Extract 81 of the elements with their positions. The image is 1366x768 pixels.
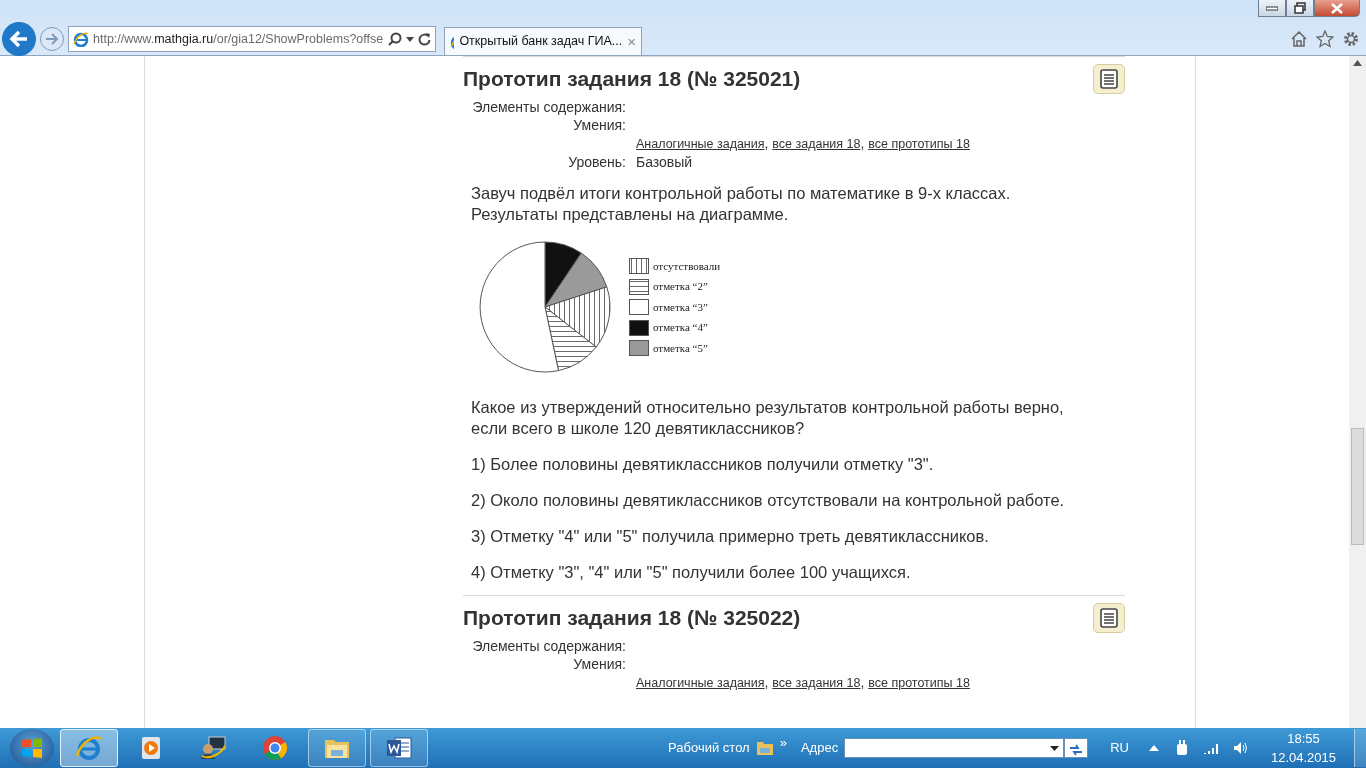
- legend-swatch: [629, 258, 649, 274]
- clock-time[interactable]: 18:55: [1287, 728, 1320, 748]
- windows-logo-icon: [21, 737, 43, 759]
- document-icon: [1100, 608, 1118, 628]
- forward-arrow-icon: [45, 33, 59, 45]
- link[interactable]: Аналогичные задания: [636, 676, 765, 690]
- minimize-icon: [1266, 5, 1278, 11]
- speaker-icon[interactable]: [1232, 741, 1249, 755]
- search-icon[interactable]: [388, 32, 402, 46]
- star-icon[interactable]: [1316, 30, 1334, 48]
- field-label: Уровень:: [567, 153, 626, 171]
- restore-button[interactable]: [1286, 0, 1314, 17]
- problem-text: Завуч подвёл итоги контрольной работы по математике в 9-х классах. Результаты представлены на диаграмме.: [471, 183, 1012, 225]
- link-separator: ,: [860, 674, 865, 690]
- back-button[interactable]: [2, 22, 36, 56]
- start-button[interactable]: [10, 729, 54, 767]
- answer-option: 3) Отметку "4" или "5" получила примерно треть девятиклассников.: [471, 526, 1101, 547]
- address-bar[interactable]: http://www.mathgia.ru/or/gia12/ShowProblems?offse: [68, 26, 436, 52]
- power-plug-icon[interactable]: [1174, 740, 1189, 756]
- field-label: Элементы содержания:: [471, 98, 626, 116]
- minimize-button[interactable]: [1258, 0, 1286, 17]
- legend-label: отметка “5”: [653, 340, 708, 356]
- word-logo-icon: [385, 734, 413, 762]
- document-icon: [1100, 69, 1118, 89]
- show-desktop-button[interactable]: [1354, 729, 1366, 767]
- scrollbar-thumb[interactable]: [1351, 428, 1364, 545]
- level-value: Базовый: [636, 153, 694, 171]
- document-button[interactable]: [1093, 64, 1125, 94]
- link-separator: ,: [860, 135, 865, 151]
- problem-title: Прототип задания 18 (№ 325022): [463, 605, 801, 631]
- link[interactable]: все прототипы 18: [868, 676, 970, 690]
- field-label: Умения:: [572, 116, 626, 134]
- legend-swatch: [629, 299, 649, 315]
- restore-icon: [1294, 2, 1306, 14]
- field-label: Элементы содержания:: [471, 637, 626, 655]
- field-label: Умения:: [572, 655, 626, 673]
- show-hidden-icons-icon[interactable]: [1148, 745, 1159, 751]
- problem-title: Прототип задания 18 (№ 325021): [463, 66, 801, 92]
- address-label: Адрес: [800, 739, 839, 758]
- taskbar-app-button[interactable]: [60, 729, 118, 767]
- address-field[interactable]: [844, 738, 1065, 758]
- legend-label: отметка “4”: [653, 320, 708, 336]
- language-indicator[interactable]: RU: [1110, 738, 1129, 758]
- browser-tab[interactable]: Открытый банк задач ГИА... ×: [444, 27, 642, 55]
- back-arrow-icon: [9, 30, 29, 48]
- answer-option: 1) Более половины девятиклассников получили отметку "3".: [471, 454, 1101, 475]
- close-icon: [1331, 2, 1343, 14]
- toolbar-label: Рабочий стол: [668, 739, 750, 758]
- legend-label: отметка “2”: [653, 279, 708, 295]
- legend-label: отсутствовали: [653, 258, 721, 274]
- address-url: http://www.mathgia.ru/or/gia12/ShowProblems?offse: [93, 30, 384, 48]
- tab-title: Открытый банк задач ГИА...: [459, 33, 623, 51]
- tab-close-button[interactable]: ×: [627, 34, 636, 49]
- folder-icon[interactable]: [755, 740, 774, 756]
- dropdown-caret-icon[interactable]: [406, 36, 414, 42]
- legend-swatch: [629, 278, 649, 295]
- go-arrows-icon: [1069, 744, 1084, 756]
- refresh-icon[interactable]: [418, 32, 431, 46]
- settings-icon[interactable]: [1342, 30, 1360, 48]
- answer-option: 2) Около половины девятиклассников отсутствовали на контрольной работе.: [471, 490, 1101, 511]
- link-separator: ,: [764, 674, 769, 690]
- answer-option: 4) Отметку "3", "4" или "5" получили более 100 учащихся.: [471, 562, 1101, 583]
- toolbar-chevron-button[interactable]: »: [779, 733, 795, 763]
- go-button[interactable]: [1064, 738, 1089, 758]
- legend-swatch: [629, 319, 649, 336]
- question-text: Какое из утверждений относительно результатов контрольной работы верно, если всего в школе 120 девятиклассников?: [471, 397, 1065, 439]
- signal-bars-icon[interactable]: [1202, 742, 1219, 754]
- link[interactable]: Аналогичные задания: [636, 137, 765, 151]
- document-button[interactable]: [1093, 603, 1125, 633]
- legend-swatch: [629, 340, 649, 356]
- clock-date[interactable]: 12.04.2015: [1270, 748, 1336, 768]
- scrollbar[interactable]: [1349, 56, 1366, 728]
- chrome-logo-icon: [261, 734, 289, 762]
- link-separator: ,: [764, 135, 769, 151]
- close-button[interactable]: [1314, 0, 1360, 17]
- link[interactable]: все прототипы 18: [868, 137, 970, 151]
- scroll-up-icon[interactable]: [1353, 60, 1362, 66]
- remote-desktop-icon: [199, 734, 227, 762]
- legend-label: отметка “3”: [653, 299, 708, 315]
- dropdown-caret-icon[interactable]: [1050, 745, 1060, 751]
- home-icon[interactable]: [1290, 30, 1308, 48]
